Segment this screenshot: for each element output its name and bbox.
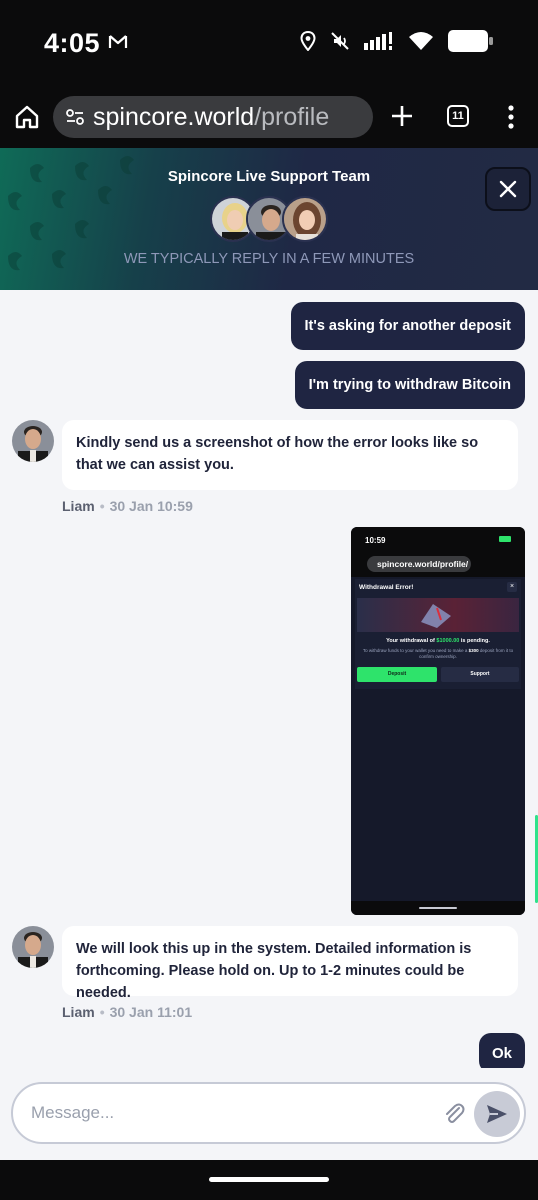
author-name: Liam	[62, 498, 95, 514]
shot-battery-icon	[499, 536, 511, 542]
send-button[interactable]	[474, 1091, 520, 1137]
incoming-message: We will look this up in the system. Deta…	[62, 926, 518, 1001]
agent-avatars	[210, 196, 330, 242]
location-icon	[300, 31, 316, 51]
author-name: Liam	[62, 1004, 95, 1020]
shot-status-bar: 10:59	[351, 527, 525, 553]
shot-error-window: Withdrawal Error! × Your withdrawal of $…	[355, 579, 521, 689]
shot-pending-text: Your withdrawal of $1000.00 is pending.	[386, 638, 490, 644]
wifi-icon	[409, 32, 433, 50]
message-box	[11, 1082, 526, 1144]
site-settings-icon[interactable]	[65, 107, 85, 127]
home-handle[interactable]	[209, 1177, 329, 1182]
shot-deposit-button: Deposit	[357, 667, 437, 682]
support-header: Spincore Live Support Team WE TYPICALLY …	[0, 148, 538, 290]
send-icon	[487, 1105, 507, 1123]
gmail-icon	[108, 35, 128, 48]
url-host: spincore.world	[93, 102, 255, 131]
browser-toolbar: spincore.world/profile 11	[0, 86, 538, 148]
url-path: /profile	[254, 102, 330, 131]
more-menu-icon[interactable]	[504, 104, 518, 130]
avatar	[12, 926, 54, 968]
outgoing-message: Ok	[479, 1033, 525, 1068]
agent-avatar-3	[282, 196, 328, 242]
shot-note-text: To withdraw funds to your wallet you nee…	[362, 648, 514, 659]
incoming-message: Kindly send us a screenshot of how the e…	[62, 420, 518, 490]
chat-thread[interactable]: It's asking for another deposit I'm tryi…	[0, 290, 538, 1068]
shot-time: 10:59	[365, 536, 386, 545]
home-icon[interactable]	[14, 104, 40, 130]
shot-close-icon: ×	[507, 582, 517, 592]
mute-icon	[331, 32, 349, 50]
close-chat-button[interactable]	[485, 167, 531, 211]
close-icon	[499, 180, 517, 198]
shot-support-button: Support	[441, 667, 519, 682]
message-meta: Liam • 30 Jan 10:59	[62, 498, 193, 514]
shot-banner	[357, 598, 519, 632]
battery-icon	[448, 30, 493, 52]
status-bar: 4:05	[0, 0, 538, 86]
shot-window-title: Withdrawal Error!	[359, 584, 414, 591]
composer	[0, 1068, 538, 1160]
outgoing-message: It's asking for another deposit	[290, 302, 525, 350]
message-input[interactable]	[31, 1099, 431, 1127]
address-bar[interactable]: spincore.world/profile	[53, 96, 373, 138]
avatar	[12, 420, 54, 462]
paperclip-icon[interactable]	[443, 1102, 465, 1126]
reply-time-note: WE TYPICALLY REPLY IN A FEW MINUTES	[123, 251, 415, 267]
status-time: 4:05	[44, 28, 101, 58]
screenshot-attachment[interactable]: 10:59 spincore.world/profile/ Withdrawal…	[351, 527, 525, 915]
system-nav-bar	[0, 1160, 538, 1200]
shot-home-handle	[419, 907, 457, 909]
shot-url: spincore.world/profile/	[367, 556, 471, 572]
message-time: 30 Jan 10:59	[109, 498, 193, 514]
signal-icon	[364, 32, 392, 50]
message-meta: Liam • 30 Jan 11:01	[62, 1004, 193, 1020]
support-title: Spincore Live Support Team	[167, 168, 371, 185]
tabs-icon[interactable]: 11	[447, 105, 469, 127]
new-tab-icon[interactable]	[389, 103, 415, 129]
outgoing-message: I'm trying to withdraw Bitcoin	[294, 361, 525, 409]
message-time: 30 Jan 11:01	[109, 1004, 193, 1020]
